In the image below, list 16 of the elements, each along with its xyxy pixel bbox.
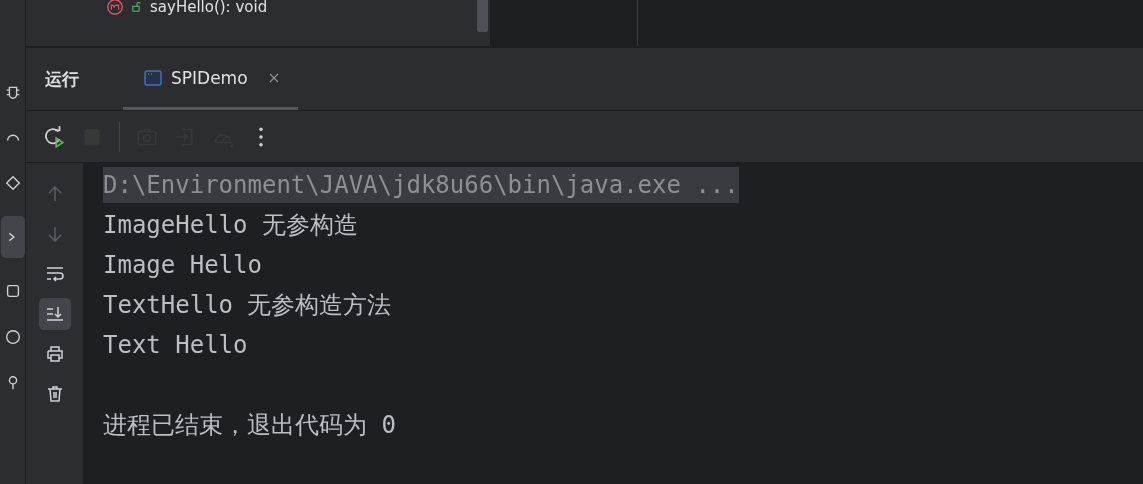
output-line: ImageHello 无参构造 xyxy=(103,210,358,241)
scroll-to-end-icon[interactable] xyxy=(44,304,65,324)
diamond-icon[interactable] xyxy=(3,174,22,192)
soft-wrap-icon[interactable] xyxy=(44,264,65,284)
rerun-icon[interactable] xyxy=(43,125,65,148)
output-line: Text Hello xyxy=(103,330,248,361)
method-icon xyxy=(106,0,124,16)
circle-icon[interactable] xyxy=(3,328,22,346)
exit-message: 进程已结束，退出代码为 0 xyxy=(103,410,396,441)
window-icon xyxy=(143,67,163,88)
scrollbar[interactable] xyxy=(477,0,488,32)
output-line: TextHello 无参构造方法 xyxy=(103,290,392,321)
output-line: Image Hello xyxy=(103,250,262,281)
printer-icon[interactable] xyxy=(44,344,65,364)
method-label: sayHello(): void xyxy=(150,0,268,14)
panel-title: 运行 xyxy=(44,67,80,91)
